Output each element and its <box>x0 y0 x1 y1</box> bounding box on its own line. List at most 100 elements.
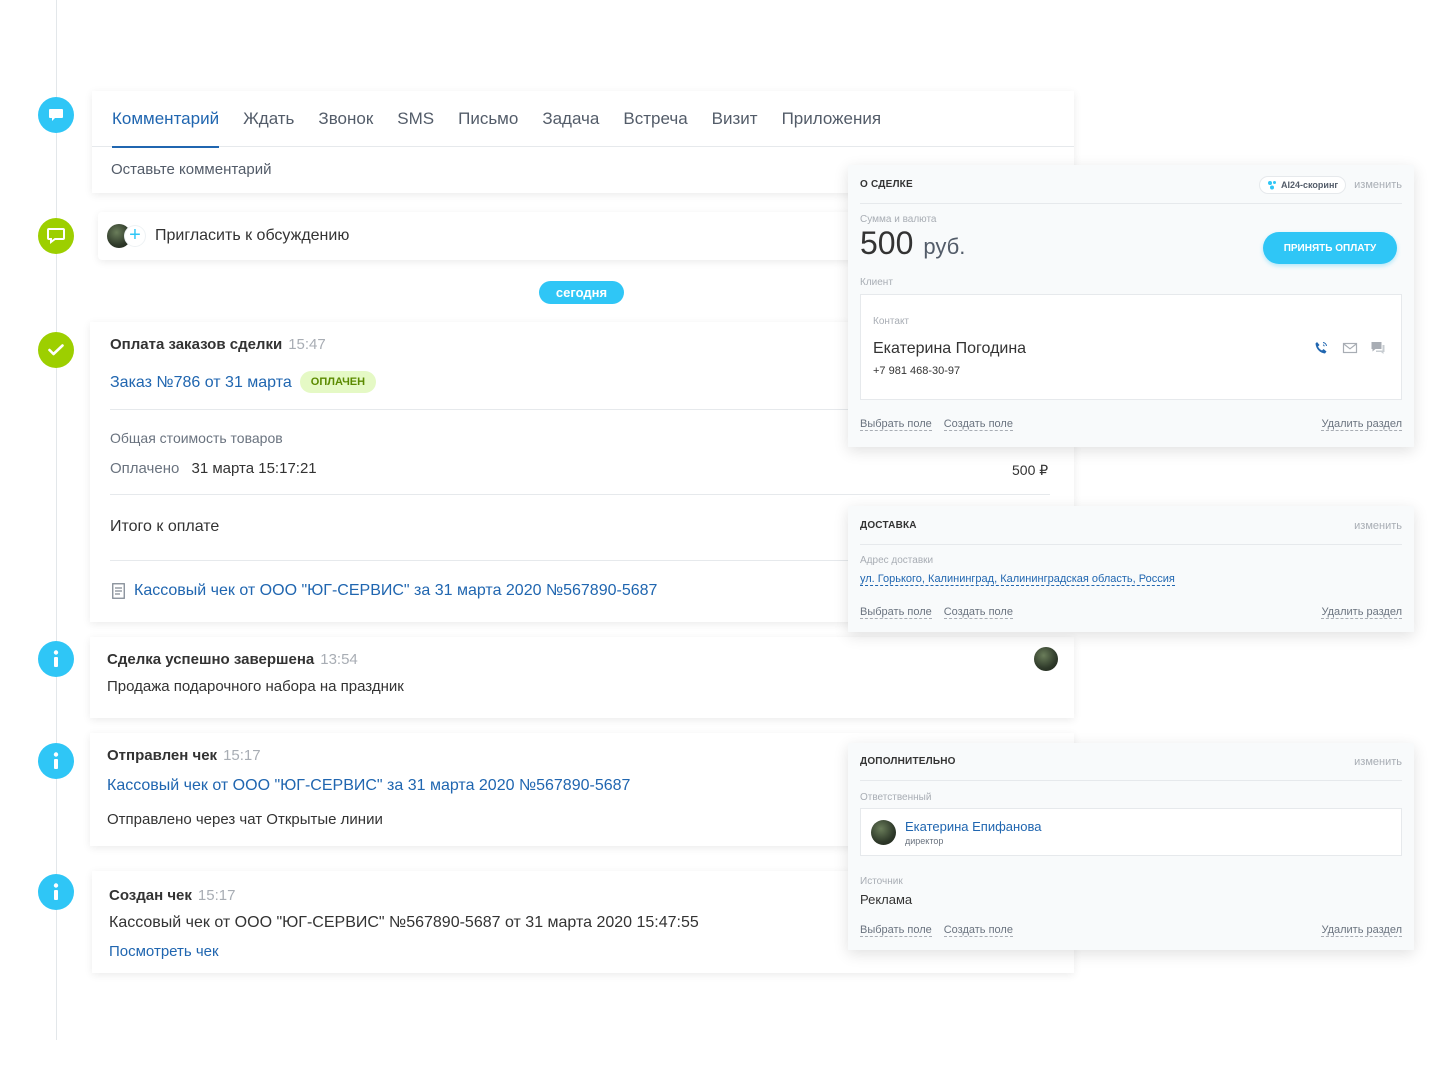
panel-header: дополнительно изменить <box>860 743 1402 781</box>
create-field-link[interactable]: Создать поле <box>943 606 1013 619</box>
avatar[interactable] <box>1034 647 1058 671</box>
paid-amount: 500 ₽ <box>1012 462 1049 478</box>
panel-actions: Выбрать поле Создать поле Удалить раздел <box>860 606 1402 619</box>
responsible-label: Ответственный <box>860 792 932 803</box>
divider <box>110 494 1050 495</box>
panel-actions: Выбрать поле Создать поле Удалить раздел <box>860 418 1402 431</box>
event-title-text: Отправлен чек <box>107 747 218 764</box>
event-title: Отправлен чек 15:17 <box>107 747 261 764</box>
select-field-link[interactable]: Выбрать поле <box>860 924 932 937</box>
receipt-link[interactable]: Кассовый чек от ООО "ЮГ-СЕРВИС" за 31 ма… <box>134 582 657 600</box>
contact-label: Контакт <box>873 316 910 327</box>
address-row: ул. Горького, Калининград, Калининградск… <box>860 573 1175 586</box>
invite-label: Пригласить к обсуждению <box>155 227 350 244</box>
event-text: Кассовый чек от ООО "ЮГ-СЕРВИС" №567890-… <box>109 914 699 931</box>
plus-icon[interactable]: + <box>125 225 145 246</box>
panel-header: о сделке AI24-скоринг изменить <box>860 166 1402 204</box>
create-field-link[interactable]: Создать поле <box>943 924 1013 937</box>
delete-section-link[interactable]: Удалить раздел <box>1321 418 1402 431</box>
contact-phone: +7 981 468-30-97 <box>873 365 961 377</box>
order-link[interactable]: Заказ №786 от 31 марта <box>110 374 292 391</box>
tab-comment[interactable]: Комментарий <box>112 91 220 148</box>
panel-header: доставка изменить <box>860 507 1402 545</box>
tab-task[interactable]: Задача <box>542 91 599 147</box>
tab-visit[interactable]: Визит <box>712 91 758 147</box>
event-text: Отправлено через чат Открытые линии <box>107 811 383 828</box>
amount-value: 500 <box>860 225 914 261</box>
contact-card: Контакт Екатерина Погодина +7 981 468-30… <box>860 294 1402 400</box>
tab-call[interactable]: Звонок <box>318 91 373 147</box>
order-row: Заказ №786 от 31 марта оплачен <box>110 371 377 393</box>
total-due-label: Итого к оплате <box>110 518 220 535</box>
receipt-row: Кассовый чек от ООО "ЮГ-СЕРВИС" за 31 ма… <box>112 582 657 600</box>
view-check-link[interactable]: Посмотреть чек <box>109 943 219 960</box>
responsible-name[interactable]: Екатерина Епифанова <box>905 819 1041 834</box>
scoring-label: AI24-скоринг <box>1281 179 1339 190</box>
event-time: 13:54 <box>320 651 358 668</box>
scoring-icon <box>1268 180 1277 189</box>
event-title-text: Оплата заказов сделки <box>110 336 283 353</box>
event-time: 15:47 <box>288 336 326 353</box>
deal-completed-event: Сделка успешно завершена 13:54 Продажа по… <box>90 637 1074 718</box>
edit-link[interactable]: изменить <box>1354 520 1402 532</box>
composer-tabs: Комментарий Ждать Звонок SMS Письмо Зада… <box>92 91 1074 148</box>
ai-scoring-button[interactable]: AI24-скоринг <box>1259 175 1347 194</box>
receipt-icon <box>112 583 125 599</box>
accept-payment-button[interactable]: Принять оплату <box>1263 232 1397 264</box>
currency: руб. <box>923 234 966 259</box>
check-icon <box>38 332 74 368</box>
tab-apps[interactable]: Приложения <box>782 91 881 147</box>
extra-panel: дополнительно изменить Ответственный Ека… <box>848 743 1414 950</box>
deal-panel: о сделке AI24-скоринг изменить Сумма и в… <box>848 165 1414 447</box>
paid-row: Оплачено 31 марта 15:17:21 <box>110 460 317 477</box>
discussion-icon <box>38 218 74 254</box>
contact-name[interactable]: Екатерина Погодина <box>873 340 1026 358</box>
responsible-role: директор <box>905 836 944 846</box>
select-field-link[interactable]: Выбрать поле <box>860 418 932 431</box>
chat-icon[interactable] <box>1370 340 1386 356</box>
status-badge: оплачен <box>299 371 377 393</box>
total-goods-label: Общая стоимость товаров <box>110 430 283 446</box>
tab-sms[interactable]: SMS <box>397 91 434 147</box>
tab-wait[interactable]: Ждать <box>243 91 294 147</box>
event-title: Оплата заказов сделки 15:47 <box>110 336 326 353</box>
client-label: Клиент <box>860 277 893 288</box>
mail-icon[interactable] <box>1342 340 1358 356</box>
today-badge: сегодня <box>539 281 624 304</box>
address-label: Адрес доставки <box>860 555 934 566</box>
address-link[interactable]: ул. Горького, Калининград, Калининградск… <box>860 573 1175 586</box>
tab-meeting[interactable]: Встреча <box>623 91 687 147</box>
amount-row: 500 руб. <box>860 225 965 262</box>
create-field-link[interactable]: Создать поле <box>943 418 1013 431</box>
delete-section-link[interactable]: Удалить раздел <box>1321 924 1402 937</box>
panel-actions: Выбрать поле Создать поле Удалить раздел <box>860 924 1402 937</box>
select-field-link[interactable]: Выбрать поле <box>860 606 932 619</box>
edit-link[interactable]: изменить <box>1354 179 1402 191</box>
event-title-text: Создан чек <box>109 887 192 904</box>
panel-title: дополнительно <box>860 756 956 767</box>
phone-icon[interactable] <box>1313 340 1329 356</box>
event-title-text: Сделка успешно завершена <box>107 651 315 668</box>
source-label: Источник <box>860 876 903 887</box>
panel-title: о сделке <box>860 179 913 190</box>
delete-section-link[interactable]: Удалить раздел <box>1321 606 1402 619</box>
responsible-card: Екатерина Епифанова директор <box>860 808 1402 856</box>
event-title: Создан чек 15:17 <box>109 887 235 904</box>
event-time: 15:17 <box>197 887 236 904</box>
avatar <box>871 820 896 845</box>
info-icon <box>38 641 74 677</box>
comment-icon <box>38 97 74 133</box>
event-time: 15:17 <box>223 747 261 764</box>
receipt-link[interactable]: Кассовый чек от ООО "ЮГ-СЕРВИС" за 31 ма… <box>107 777 630 795</box>
source-value: Реклама <box>860 892 913 907</box>
info-icon <box>38 874 74 910</box>
event-title: Сделка успешно завершена 13:54 <box>107 651 358 668</box>
paid-label: Оплачено <box>110 460 180 477</box>
delivery-panel: доставка изменить Адрес доставки ул. Гор… <box>848 506 1414 632</box>
info-icon <box>38 743 74 779</box>
tab-email[interactable]: Письмо <box>458 91 518 147</box>
event-text: Продажа подарочного набора на праздник <box>107 678 404 695</box>
amount-label: Сумма и валюта <box>860 214 937 225</box>
edit-link[interactable]: изменить <box>1354 756 1402 768</box>
paid-date: 31 марта 15:17:21 <box>191 460 317 477</box>
